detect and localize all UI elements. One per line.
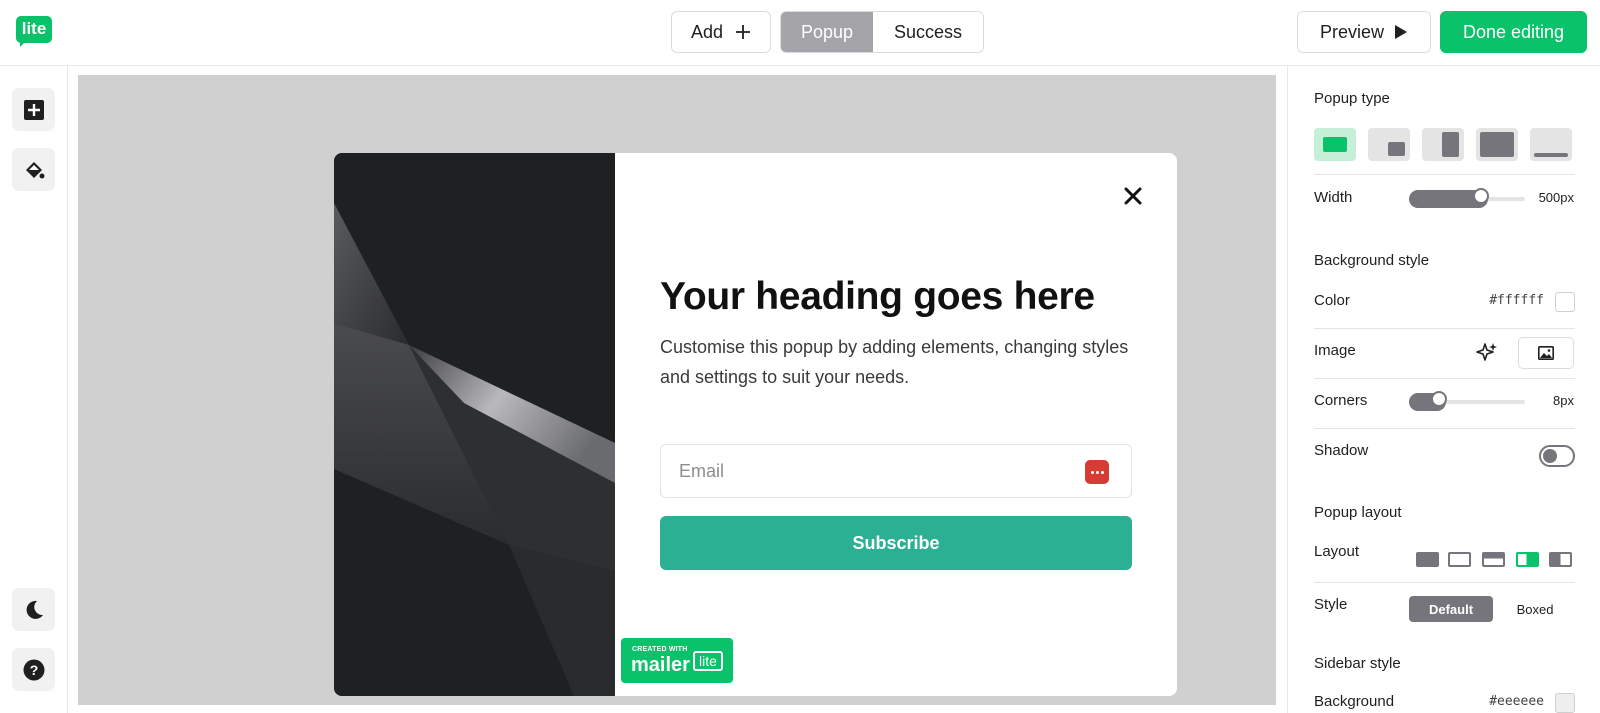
corners-value: 8px [1553,393,1574,408]
popup-image[interactable] [334,153,615,696]
style-boxed-button[interactable]: Boxed [1503,596,1567,622]
image-icon [1538,346,1554,360]
mailerlite-logo[interactable]: lite [16,16,52,48]
side-popup-icon [1442,132,1459,157]
tab-popup[interactable]: Popup [781,12,873,52]
style-label: Style [1314,596,1348,613]
bar-popup-icon [1534,153,1568,157]
layout-label: Layout [1314,543,1360,560]
corner-popup-icon [1388,142,1405,156]
abstract-image [334,153,615,696]
popup-layout-title: Popup layout [1314,504,1402,521]
shadow-label: Shadow [1314,442,1369,459]
ai-sparkle-icon[interactable] [1476,342,1498,364]
help-icon: ? [23,659,44,680]
layout-band-icon[interactable] [1482,552,1505,567]
popup-type-fullscreen[interactable] [1476,128,1518,161]
logo-text: lite [16,16,52,43]
add-label: Add [690,21,724,42]
popup-heading[interactable]: Your heading goes here [660,275,1095,319]
settings-panel: Popup type Width 500px Background style … [1287,66,1600,713]
styles-button[interactable] [12,148,55,191]
image-label: Image [1314,342,1356,359]
tab-success[interactable]: Success [873,12,983,52]
layout-full-icon[interactable] [1416,552,1439,567]
fullscreen-popup-icon [1480,132,1514,157]
dark-mode-button[interactable] [12,588,55,631]
sidebar-style-title: Sidebar style [1314,655,1401,672]
preview-button[interactable]: Preview [1297,11,1431,53]
add-block-button[interactable] [12,88,55,131]
view-tabs: Popup Success [780,11,984,53]
close-button[interactable] [1120,183,1146,209]
popup-description[interactable]: Customise this popup by adding elements,… [660,332,1130,392]
badge-mailer: mailer [631,654,690,676]
width-slider-handle[interactable] [1473,188,1489,204]
svg-text:?: ? [29,662,38,678]
left-toolbar: ? [0,66,68,713]
width-label: Width [1314,189,1353,206]
badge-lite: lite [693,651,723,671]
image-upload-button[interactable] [1518,337,1574,369]
center-popup-icon [1323,137,1347,152]
popup-type-corner[interactable] [1368,128,1410,161]
background-style-title: Background style [1314,252,1430,269]
plus-icon [736,25,751,39]
add-button[interactable]: Add [671,11,771,53]
editor-canvas: Your heading goes here Customise this po… [78,75,1276,705]
popup-type-bar[interactable] [1530,128,1572,161]
sidebar-background-label: Background [1314,693,1395,710]
color-value[interactable]: #ffffff [1489,293,1544,308]
add-block-icon [23,99,44,120]
sidebar-background-swatch[interactable] [1555,693,1575,713]
popup-type-side[interactable] [1422,128,1464,161]
preview-label: Preview [1319,21,1385,42]
layout-image-right-icon[interactable] [1549,552,1572,567]
color-swatch[interactable] [1555,292,1575,312]
popup-type-title: Popup type [1314,90,1390,107]
corners-slider-handle[interactable] [1431,391,1447,407]
close-icon [1124,187,1142,205]
password-manager-icon[interactable] [1085,460,1109,484]
color-label: Color [1314,292,1350,309]
play-icon [1395,25,1408,39]
email-input[interactable]: Email [660,444,1132,498]
sidebar-background-value[interactable]: #eeeeee [1489,694,1544,709]
shadow-toggle[interactable] [1539,445,1575,467]
top-bar: lite Add Popup Success Preview Done edit… [0,0,1600,66]
layout-outline-icon[interactable] [1448,552,1471,567]
done-editing-button[interactable]: Done editing [1440,11,1587,53]
popup-preview[interactable]: Your heading goes here Customise this po… [334,153,1177,696]
help-button[interactable]: ? [12,648,55,691]
width-slider[interactable] [1409,188,1525,208]
created-with-mailerlite-badge[interactable]: CREATED WITH mailer lite [621,638,733,683]
moon-icon [26,600,43,619]
style-default-button[interactable]: Default [1409,596,1493,622]
popup-type-center[interactable] [1314,128,1356,161]
corners-label: Corners [1314,392,1368,409]
badge-created-with: CREATED WITH [632,646,688,653]
width-value: 500px [1538,190,1574,205]
layout-image-left-icon[interactable] [1516,552,1539,567]
subscribe-button[interactable]: Subscribe [660,516,1132,570]
email-placeholder: Email [679,461,725,481]
corners-slider[interactable] [1409,391,1525,411]
paint-bucket-icon [25,161,44,178]
